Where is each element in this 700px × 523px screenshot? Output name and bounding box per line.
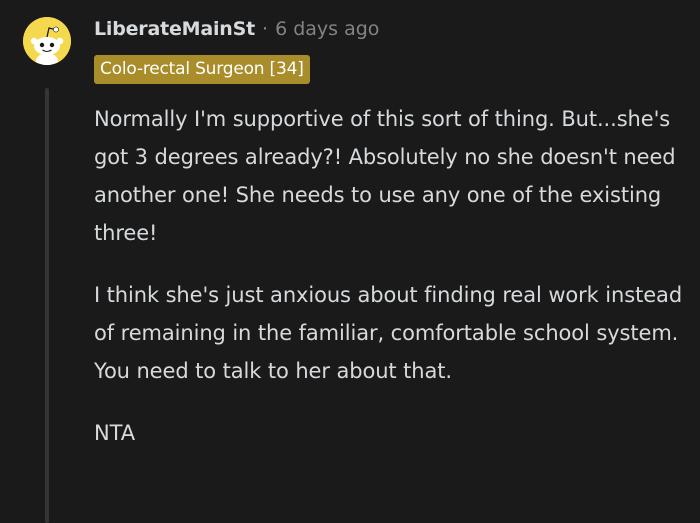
comment-header: LiberateMainSt · 6 days ago (94, 15, 379, 43)
comment-body: Normally I'm supportive of this sort of … (94, 100, 684, 452)
comment-paragraph: Normally I'm supportive of this sort of … (94, 107, 676, 245)
user-flair: Colo-rectal Surgeon [34] (94, 55, 310, 84)
username[interactable]: LiberateMainSt (94, 18, 255, 40)
reddit-snoo-icon (23, 17, 71, 65)
comment: LiberateMainSt · 6 days ago Colo-rectal … (0, 0, 700, 523)
timestamp[interactable]: 6 days ago (275, 18, 379, 40)
separator-dot: · (262, 18, 269, 40)
avatar[interactable] (23, 17, 71, 65)
comment-paragraph: NTA (94, 421, 135, 445)
comment-paragraph: I think she's just anxious about finding… (94, 283, 683, 383)
thread-line[interactable] (45, 88, 49, 523)
